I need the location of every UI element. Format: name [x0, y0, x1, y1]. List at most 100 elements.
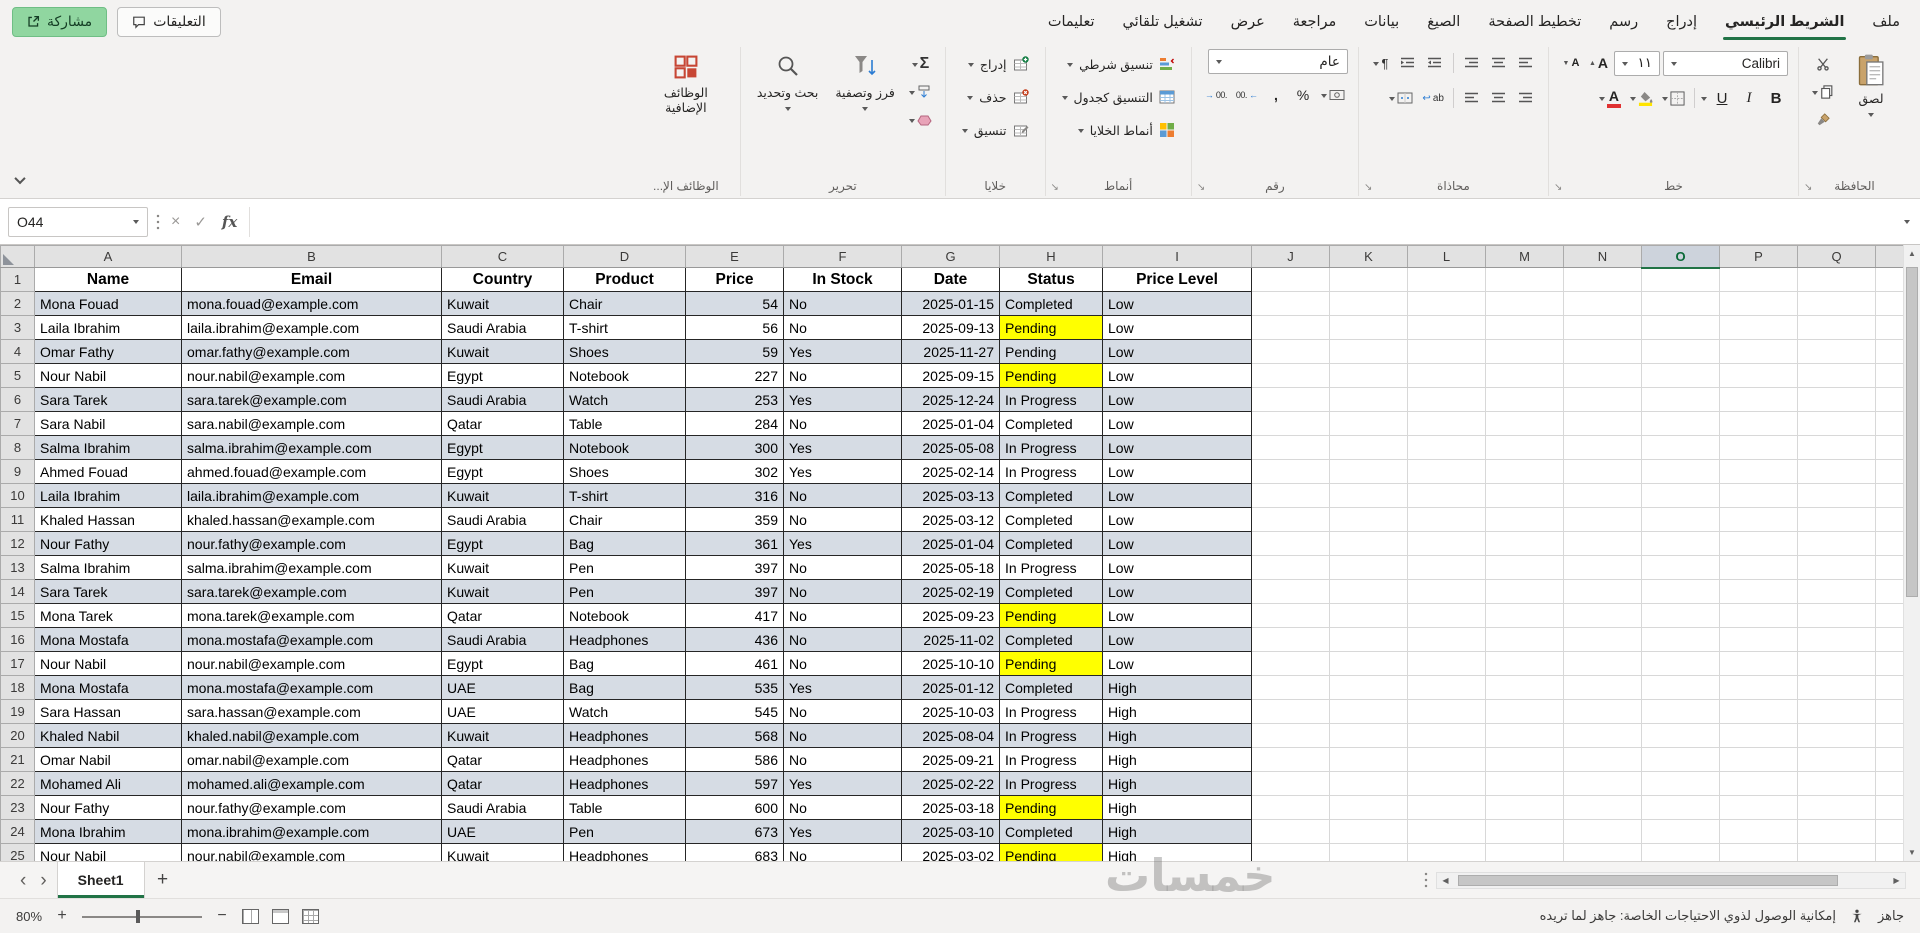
cell-L13[interactable] — [1407, 555, 1486, 580]
cell-B1[interactable]: Email — [181, 267, 442, 292]
cell-H23[interactable]: Pending — [999, 795, 1103, 820]
cell-M10[interactable] — [1485, 483, 1564, 508]
cell-K15[interactable] — [1329, 603, 1408, 628]
cell-J15[interactable] — [1251, 603, 1330, 628]
format-cells-button[interactable]: تنسيق — [956, 115, 1035, 145]
cell-P22[interactable] — [1719, 771, 1798, 796]
cell-H20[interactable]: In Progress — [999, 723, 1103, 748]
cell-I10[interactable]: Low — [1102, 483, 1252, 508]
cell-C18[interactable]: UAE — [441, 675, 564, 700]
cell-A11[interactable]: Khaled Hassan — [34, 507, 182, 532]
cell-Q1[interactable] — [1797, 267, 1876, 292]
cell-N2[interactable] — [1563, 291, 1642, 316]
cell-P15[interactable] — [1719, 603, 1798, 628]
cell-K24[interactable] — [1329, 819, 1408, 844]
cell-O23[interactable] — [1641, 795, 1720, 820]
sheet-tab-sheet1[interactable]: Sheet1 — [56, 862, 145, 898]
font-color-button[interactable]: A — [1596, 86, 1624, 110]
cell-I4[interactable]: Low — [1102, 339, 1252, 364]
cell-E23[interactable]: 600 — [685, 795, 784, 820]
cell-H19[interactable]: In Progress — [999, 699, 1103, 724]
cell-M4[interactable] — [1485, 339, 1564, 364]
cell-H6[interactable]: In Progress — [999, 387, 1103, 412]
cell-G19[interactable]: 2025-10-03 — [901, 699, 1000, 724]
cell-P18[interactable] — [1719, 675, 1798, 700]
percent-button[interactable]: % — [1291, 83, 1315, 107]
cell-F15[interactable]: No — [783, 603, 902, 628]
cell-I23[interactable]: High — [1102, 795, 1252, 820]
cell-B3[interactable]: laila.ibrahim@example.com — [181, 315, 442, 340]
italic-button[interactable]: I — [1737, 86, 1761, 110]
add-sheet-button[interactable]: + — [145, 862, 181, 898]
cell-H3[interactable]: Pending — [999, 315, 1103, 340]
cell-Q2[interactable] — [1797, 291, 1876, 316]
copy-button[interactable] — [1809, 80, 1837, 104]
cell-C14[interactable]: Kuwait — [441, 579, 564, 604]
fill-button[interactable] — [906, 80, 935, 104]
cell-K23[interactable] — [1329, 795, 1408, 820]
cell-C20[interactable]: Kuwait — [441, 723, 564, 748]
cell-C8[interactable]: Egypt — [441, 435, 564, 460]
cell-C12[interactable]: Egypt — [441, 531, 564, 556]
cell-L22[interactable] — [1407, 771, 1486, 796]
cell-P8[interactable] — [1719, 435, 1798, 460]
ribbon-tab-مراجعة[interactable]: مراجعة — [1279, 0, 1351, 43]
cell-H17[interactable]: Pending — [999, 651, 1103, 676]
cell-M3[interactable] — [1485, 315, 1564, 340]
cell-E20[interactable]: 568 — [685, 723, 784, 748]
zoom-slider[interactable] — [82, 909, 203, 923]
cell-C22[interactable]: Qatar — [441, 771, 564, 796]
cell-N25[interactable] — [1563, 843, 1642, 861]
cell-I13[interactable]: Low — [1102, 555, 1252, 580]
cell-K10[interactable] — [1329, 483, 1408, 508]
cell-N11[interactable] — [1563, 507, 1642, 532]
cell-D9[interactable]: Shoes — [563, 459, 686, 484]
cell-K5[interactable] — [1329, 363, 1408, 388]
cell-H5[interactable]: Pending — [999, 363, 1103, 388]
cell-H10[interactable]: Completed — [999, 483, 1103, 508]
cell-I12[interactable]: Low — [1102, 531, 1252, 556]
column-header-O[interactable]: O — [1641, 245, 1720, 269]
cell-B23[interactable]: nour.fathy@example.com — [181, 795, 442, 820]
cell-P20[interactable] — [1719, 723, 1798, 748]
cell-K3[interactable] — [1329, 315, 1408, 340]
align-left-button[interactable] — [1460, 86, 1484, 110]
cell-G15[interactable]: 2025-09-23 — [901, 603, 1000, 628]
cell-B17[interactable]: nour.nabil@example.com — [181, 651, 442, 676]
alignment-dialog-launcher[interactable]: ↘ — [1364, 183, 1372, 193]
column-header-Q[interactable]: Q — [1797, 245, 1876, 268]
cell-E6[interactable]: 253 — [685, 387, 784, 412]
cell-N15[interactable] — [1563, 603, 1642, 628]
cell-P11[interactable] — [1719, 507, 1798, 532]
normal-view-button[interactable] — [302, 908, 320, 924]
cell-I17[interactable]: Low — [1102, 651, 1252, 676]
cell-D10[interactable]: T-shirt — [563, 483, 686, 508]
cell-C25[interactable]: Kuwait — [441, 843, 564, 861]
cell-Q21[interactable] — [1797, 747, 1876, 772]
cell-I6[interactable]: Low — [1102, 387, 1252, 412]
cell-J21[interactable] — [1251, 747, 1330, 772]
column-header-N[interactable]: N — [1563, 245, 1642, 268]
cell-E25[interactable]: 683 — [685, 843, 784, 861]
cell-P12[interactable] — [1719, 531, 1798, 556]
cell-A5[interactable]: Nour Nabil — [34, 363, 182, 388]
cell-K8[interactable] — [1329, 435, 1408, 460]
column-header-P[interactable]: P — [1719, 245, 1798, 268]
cell-H12[interactable]: Completed — [999, 531, 1103, 556]
cell-O2[interactable] — [1641, 291, 1720, 316]
cell-M2[interactable] — [1485, 291, 1564, 316]
cell-A16[interactable]: Mona Mostafa — [34, 627, 182, 652]
cell-F8[interactable]: Yes — [783, 435, 902, 460]
underline-button[interactable]: U — [1710, 86, 1734, 110]
cell-L17[interactable] — [1407, 651, 1486, 676]
ribbon-tab-الصيغ[interactable]: الصيغ — [1413, 0, 1474, 43]
cell-E22[interactable]: 597 — [685, 771, 784, 796]
cell-J9[interactable] — [1251, 459, 1330, 484]
cell-H14[interactable]: Completed — [999, 579, 1103, 604]
cell-G17[interactable]: 2025-10-10 — [901, 651, 1000, 676]
column-header-M[interactable]: M — [1485, 245, 1564, 268]
number-format-select[interactable]: عام — [1207, 49, 1348, 74]
ribbon-tab-تخطيط الصفحة[interactable]: تخطيط الصفحة — [1474, 0, 1595, 43]
cell-C24[interactable]: UAE — [441, 819, 564, 844]
cell-O17[interactable] — [1641, 651, 1720, 676]
